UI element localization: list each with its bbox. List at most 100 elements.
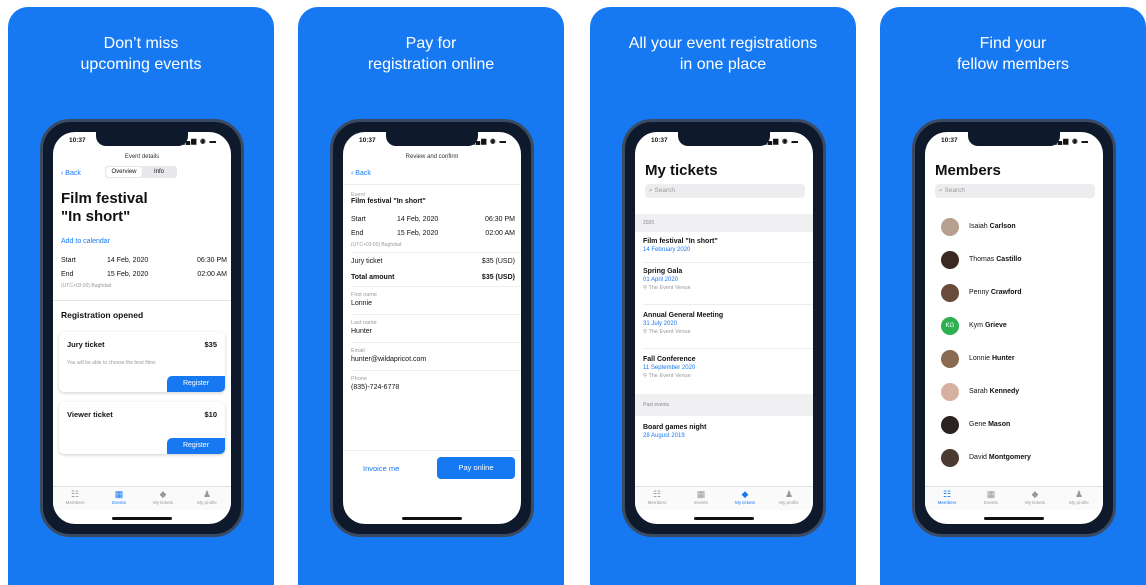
back-button[interactable]: ‹ Back <box>61 170 81 177</box>
tab-bar: ☷ Members ▦ Events ◆ My tickets ♟ My profile <box>925 486 1103 510</box>
member-list-item[interactable]: Penny Crawford <box>941 284 1101 304</box>
divider <box>53 300 231 301</box>
divider <box>351 314 521 315</box>
ticket-list-item[interactable]: Spring Gala 01 April 2020 ⚲ The Event Ve… <box>643 268 805 291</box>
divider <box>643 262 813 263</box>
panel-caption: All your event registrations in one plac… <box>590 33 856 75</box>
line-item-price: $35 (USD) <box>481 258 515 265</box>
caption-line: All your event registrations <box>628 35 818 52</box>
event-title: Film festival "In short" <box>61 190 148 226</box>
member-first-name: Kym <box>969 322 983 329</box>
member-first-name: Thomas <box>969 256 995 263</box>
register-button[interactable]: Register <box>167 438 225 454</box>
invoice-me-button[interactable]: Invoice me <box>363 464 399 473</box>
tab-my-tickets[interactable]: ◆ My tickets <box>1013 489 1057 505</box>
promo-panel-events: Don’t miss upcoming events 10:37 ▂▄▆ ◉ ▬… <box>8 7 274 585</box>
status-time: 10:37 <box>69 137 86 144</box>
pay-online-button[interactable]: Pay online <box>437 457 515 479</box>
ticket-title: Film festival "In short" <box>643 238 718 245</box>
tab-members[interactable]: ☷ Members <box>635 489 679 505</box>
members-icon: ☷ <box>942 489 952 499</box>
field-value: (835)-724-6778 <box>351 384 400 391</box>
last-name-field[interactable]: Last name Hunter <box>351 320 515 335</box>
tab-label: My tickets <box>734 500 755 505</box>
promo-panel-tickets: All your event registrations in one plac… <box>590 7 856 585</box>
member-list-item[interactable]: David Montgomery <box>941 449 1101 469</box>
back-label: Back <box>65 170 81 177</box>
avatar <box>941 350 959 368</box>
end-date: 15 Feb, 2020 <box>107 271 149 278</box>
member-list-item[interactable]: KG Kym Grieve <box>941 317 1101 337</box>
member-first-name: David <box>969 454 987 461</box>
phone-notch <box>968 132 1060 146</box>
member-first-name: Lonnie <box>969 355 991 362</box>
search-input[interactable]: ⌕ Search <box>645 184 805 198</box>
member-list-item[interactable]: Gene Mason <box>941 416 1101 436</box>
ticket-title: Spring Gala <box>643 268 683 275</box>
ticket-list-item[interactable]: Film festival "In short" 14 February 202… <box>643 238 805 253</box>
tab-my-profile[interactable]: ♟ My profile <box>767 489 811 505</box>
tab-label: Events <box>694 500 708 505</box>
tab-my-tickets[interactable]: ◆ My tickets <box>141 489 185 505</box>
member-list-item[interactable]: Thomas Castillo <box>941 251 1101 271</box>
tab-label: Events <box>112 500 126 505</box>
end-date: 15 Feb, 2020 <box>397 230 439 237</box>
member-list-item[interactable]: Sarah Kennedy <box>941 383 1101 403</box>
tab-label: My tickets <box>1024 500 1045 505</box>
email-field[interactable]: Email hunter@wildapricot.com <box>351 348 515 363</box>
total-label: Total amount <box>351 274 395 281</box>
tab-members[interactable]: ☷ Members <box>53 489 97 505</box>
tab-my-profile[interactable]: ♟ My profile <box>185 489 229 505</box>
tab-my-tickets[interactable]: ◆ My tickets <box>723 489 767 505</box>
promo-panel-payment: Pay for registration online 10:37 ▂▄▆ ◉ … <box>298 7 564 585</box>
end-time: 02:00 AM <box>197 271 227 278</box>
ticket-icon: ◆ <box>741 489 749 499</box>
register-button[interactable]: Register <box>167 376 225 392</box>
person-icon: ♟ <box>1074 489 1084 499</box>
members-icon: ☷ <box>652 489 662 499</box>
avatar <box>941 416 959 434</box>
field-label: Last name <box>351 320 377 326</box>
back-button[interactable]: ‹ Back <box>351 170 371 177</box>
tab-members[interactable]: ☷ Members <box>925 489 969 505</box>
member-first-name: Isaiah <box>969 223 988 230</box>
divider <box>343 450 521 451</box>
page-title: My tickets <box>645 162 718 179</box>
member-last-name: Kennedy <box>989 388 1020 395</box>
ticket-list-item[interactable]: Board games night 28 August 2019 <box>643 424 805 439</box>
phone-notch <box>386 132 478 146</box>
tab-events[interactable]: ▦ Events <box>97 489 141 505</box>
caption-line: Pay for <box>405 35 457 52</box>
member-list-item[interactable]: Isaiah Carlson <box>941 218 1101 238</box>
member-list-item[interactable]: Lonnie Hunter <box>941 350 1101 370</box>
ticket-date: 14 February 2020 <box>643 247 691 253</box>
tab-my-profile[interactable]: ♟ My profile <box>1057 489 1101 505</box>
phone-frame: 10:37 ▂▄▆ ◉ ▬ Event details ‹ Back Overv… <box>40 119 244 537</box>
ticket-list-item[interactable]: Fall Conference 11 September 2020 ⚲ The … <box>643 356 805 379</box>
tab-events[interactable]: ▦ Events <box>679 489 723 505</box>
tab-info[interactable]: Info <box>141 166 177 178</box>
ticket-list-item[interactable]: Annual General Meeting 31 July 2020 ⚲ Th… <box>643 312 805 335</box>
home-indicator <box>694 517 754 520</box>
person-icon: ♟ <box>202 489 212 499</box>
tab-label: My profile <box>1069 500 1089 505</box>
tab-events[interactable]: ▦ Events <box>969 489 1013 505</box>
search-input[interactable]: ⌕ Search <box>935 184 1095 198</box>
calendar-icon: ▦ <box>986 489 996 499</box>
phone-field[interactable]: Phone (835)-724-6778 <box>351 376 515 391</box>
caption-line: registration online <box>367 56 495 73</box>
event-title-line: Film festival <box>61 190 148 207</box>
tab-overview[interactable]: Overview <box>106 167 142 177</box>
member-first-name: Penny <box>969 289 989 296</box>
caption-line: upcoming events <box>80 56 202 73</box>
member-name: Isaiah Carlson <box>969 223 1016 230</box>
field-value: Hunter <box>351 328 373 335</box>
total-price: $35 (USD) <box>481 274 515 281</box>
first-name-field[interactable]: First name Lonnie <box>351 292 515 307</box>
venue-text: The Event Venue <box>648 285 691 291</box>
divider <box>643 348 813 349</box>
field-label: Phone <box>351 376 367 382</box>
panel-caption: Find your fellow members <box>880 33 1146 75</box>
add-to-calendar-link[interactable]: Add to calendar <box>61 238 110 245</box>
ticket-venue: ⚲ The Event Venue <box>643 373 805 379</box>
